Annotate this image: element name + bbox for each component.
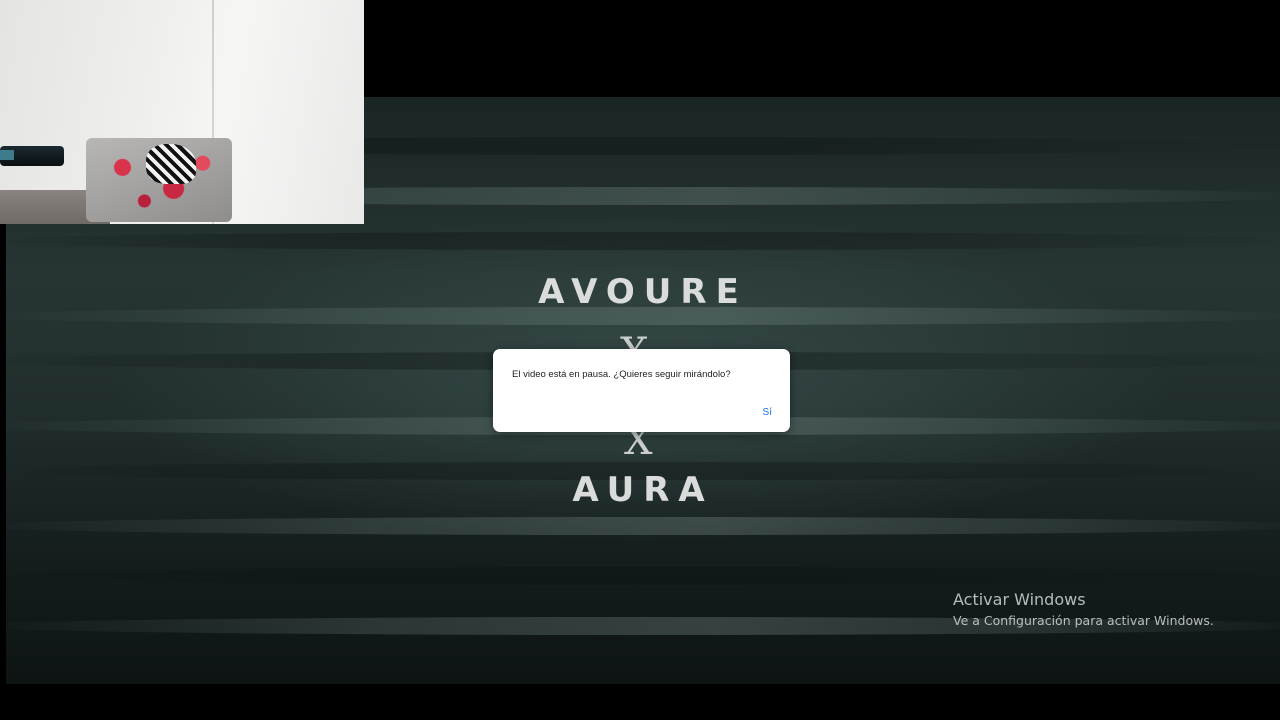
video-title-top: AVOURE: [538, 272, 748, 312]
windows-activation-watermark: Activar Windows Ve a Configuración para …: [953, 590, 1214, 628]
pause-dialog: El video está en pausa. ¿Quieres seguir …: [493, 349, 790, 432]
webcam-overlay: [0, 0, 364, 224]
ocean-wave: [6, 232, 1280, 250]
watermark-title: Activar Windows: [953, 590, 1086, 609]
ocean-wave: [6, 567, 1280, 585]
screen: AVOURE X X AURA El video está en pausa. …: [0, 0, 1280, 720]
ocean-wave: [6, 517, 1280, 535]
watermark-subtitle: Ve a Configuración para activar Windows.: [953, 613, 1214, 628]
dialog-message: El video está en pausa. ¿Quieres seguir …: [512, 369, 731, 380]
video-title-bottom: AURA: [572, 470, 714, 510]
confirm-continue-button[interactable]: Sí: [763, 407, 772, 418]
checkered-cloth: [146, 144, 196, 184]
device-tip: [0, 150, 14, 160]
